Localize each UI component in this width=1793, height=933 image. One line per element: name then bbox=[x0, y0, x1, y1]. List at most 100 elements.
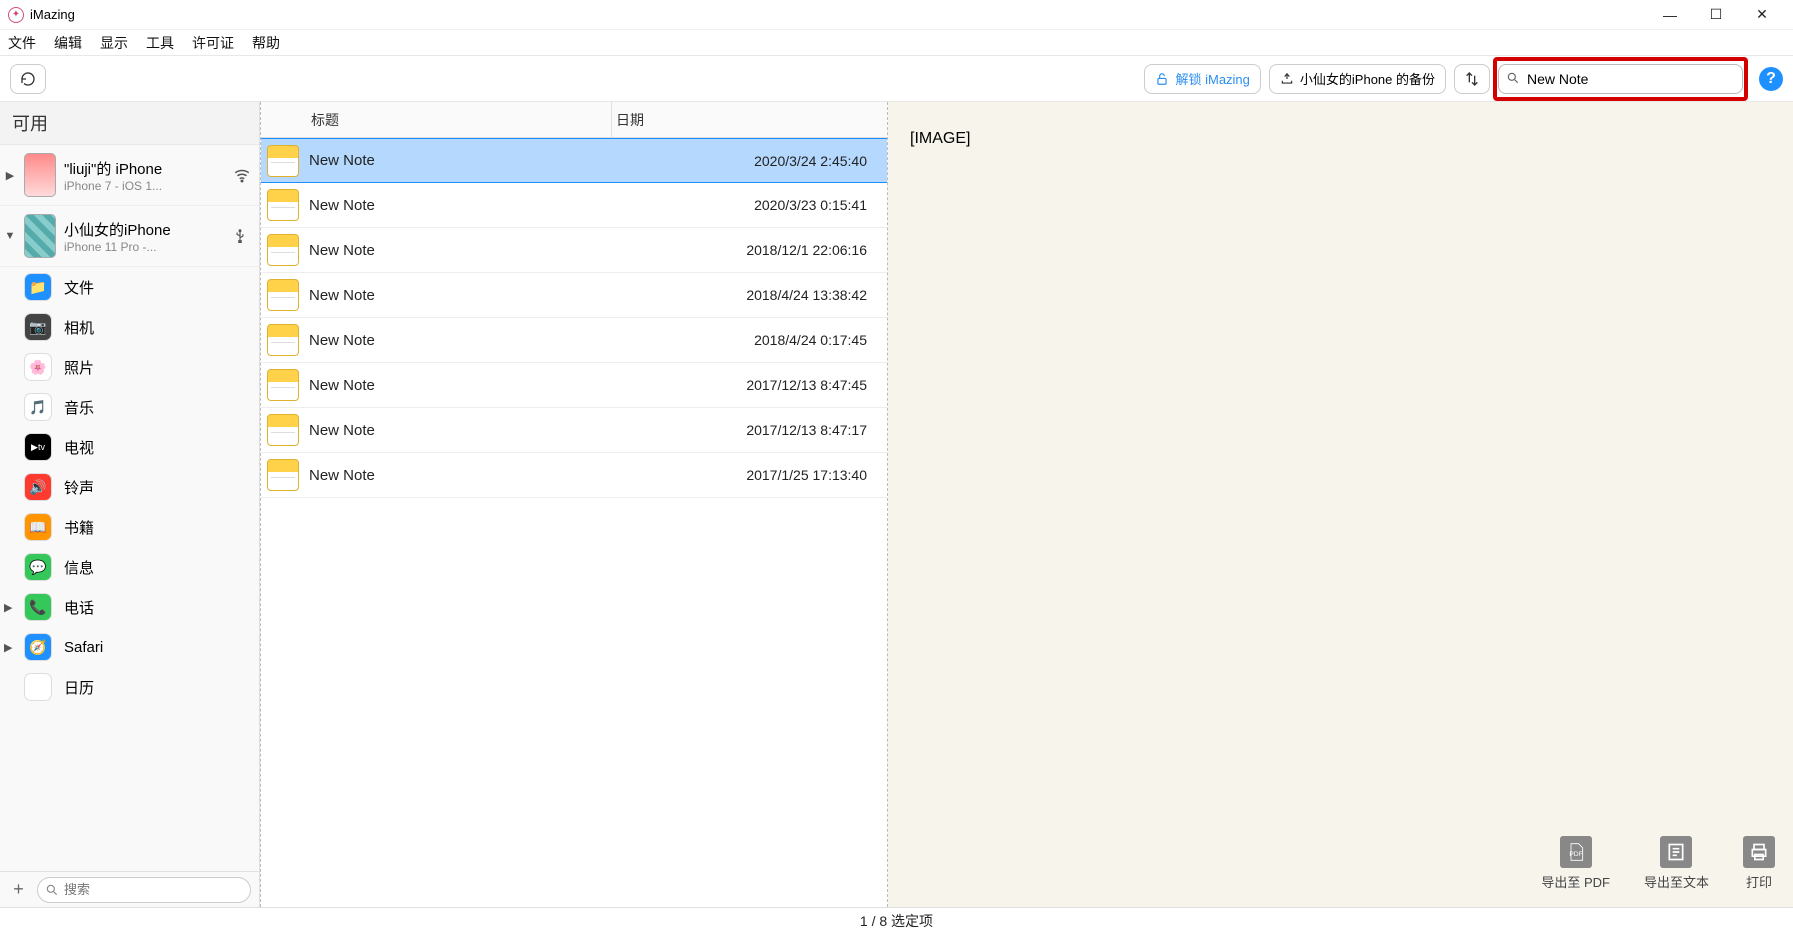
menu-tools[interactable]: 工具 bbox=[146, 33, 174, 53]
sidebar-item-msg[interactable]: 💬信息 bbox=[0, 547, 259, 587]
sidebar-item-music[interactable]: 🎵音乐 bbox=[0, 387, 259, 427]
unlock-button[interactable]: 解锁 iMazing bbox=[1144, 64, 1260, 94]
sidebar-scroll[interactable]: ▶ "liuji"的 iPhone iPhone 7 - iOS 1... ▼ … bbox=[0, 145, 259, 871]
sidebar-item-camera[interactable]: 📷 相机 bbox=[0, 307, 259, 347]
sidebar-item-cal[interactable]: 4日历 bbox=[0, 667, 259, 707]
sidebar-item-files[interactable]: 📁文件 bbox=[0, 267, 259, 307]
add-button[interactable]: + bbox=[8, 879, 29, 901]
note-icon bbox=[267, 459, 299, 491]
pdf-icon: PDF bbox=[1560, 836, 1592, 868]
status-text: 1 / 8 选定项 bbox=[860, 911, 933, 931]
notes-header: 标题 日期 bbox=[261, 102, 887, 138]
sidebar-footer: + bbox=[0, 871, 259, 907]
sidebar-item-safari[interactable]: ▶🧭Safari bbox=[0, 627, 259, 667]
sidebar-item-label: 文件 bbox=[64, 277, 94, 298]
chevron-right-icon: ▶ bbox=[4, 641, 16, 654]
toolbar: 解锁 iMazing 小仙女的iPhone 的备份 ? bbox=[0, 56, 1793, 102]
sidebar-item-label: 照片 bbox=[64, 357, 94, 378]
note-row[interactable]: New Note2018/4/24 0:17:45 bbox=[261, 318, 887, 363]
note-date: 2017/12/13 8:47:17 bbox=[609, 422, 887, 438]
close-button[interactable]: ✕ bbox=[1739, 0, 1785, 30]
column-date[interactable]: 日期 bbox=[611, 102, 887, 137]
note-row[interactable]: New Note2020/3/24 2:45:40 bbox=[261, 138, 887, 183]
notes-body[interactable]: New Note2020/3/24 2:45:40New Note2020/3/… bbox=[261, 138, 887, 907]
search-icon bbox=[45, 883, 59, 897]
usb-icon bbox=[233, 227, 251, 245]
music-icon: 🎵 bbox=[24, 393, 52, 421]
sidebar-item-label: 电视 bbox=[64, 437, 94, 458]
preview-actions: PDF 导出至 PDF 导出至文本 打印 bbox=[1541, 836, 1775, 891]
sidebar-item-phone[interactable]: ▶ 📞 电话 bbox=[0, 587, 259, 627]
sidebar-heading: 可用 bbox=[0, 102, 259, 145]
maximize-button[interactable]: ☐ bbox=[1693, 0, 1739, 30]
menubar: 文件 编辑 显示 工具 许可证 帮助 bbox=[0, 30, 1793, 56]
sidebar-search-input[interactable] bbox=[37, 877, 251, 903]
transfer-button[interactable] bbox=[1454, 64, 1490, 94]
menu-file[interactable]: 文件 bbox=[8, 33, 36, 53]
menu-view[interactable]: 显示 bbox=[100, 33, 128, 53]
menu-help[interactable]: 帮助 bbox=[252, 33, 280, 53]
device-sub: iPhone 11 Pro -... bbox=[64, 240, 225, 254]
note-row[interactable]: New Note2017/12/13 8:47:17 bbox=[261, 408, 887, 453]
note-title: New Note bbox=[309, 422, 609, 439]
device-item-liuji[interactable]: ▶ "liuji"的 iPhone iPhone 7 - iOS 1... bbox=[0, 145, 259, 206]
note-icon bbox=[267, 414, 299, 446]
note-row[interactable]: New Note2017/12/13 8:47:45 bbox=[261, 363, 887, 408]
search-input[interactable] bbox=[1498, 64, 1743, 94]
titlebar: ✦ iMazing — ☐ ✕ bbox=[0, 0, 1793, 30]
sidebar-item-label: 电话 bbox=[64, 597, 94, 618]
menu-license[interactable]: 许可证 bbox=[192, 33, 234, 53]
note-icon bbox=[267, 189, 299, 221]
note-row[interactable]: New Note2018/12/1 22:06:16 bbox=[261, 228, 887, 273]
note-icon bbox=[267, 324, 299, 356]
print-label: 打印 bbox=[1746, 872, 1772, 891]
backup-button[interactable]: 小仙女的iPhone 的备份 bbox=[1269, 64, 1446, 94]
device-name: "liuji"的 iPhone bbox=[64, 158, 225, 179]
note-row[interactable]: New Note2017/1/25 17:13:40 bbox=[261, 453, 887, 498]
device-item-xiaoxiannv[interactable]: ▼ 小仙女的iPhone iPhone 11 Pro -... bbox=[0, 206, 259, 267]
note-row[interactable]: New Note2018/4/24 13:38:42 bbox=[261, 273, 887, 318]
note-title: New Note bbox=[309, 287, 609, 304]
note-title: New Note bbox=[309, 332, 609, 349]
note-icon bbox=[267, 369, 299, 401]
text-icon bbox=[1660, 836, 1692, 868]
minimize-button[interactable]: — bbox=[1647, 0, 1693, 30]
help-button[interactable]: ? bbox=[1759, 67, 1783, 91]
export-txt-button[interactable]: 导出至文本 bbox=[1644, 836, 1709, 891]
note-icon bbox=[267, 279, 299, 311]
msg-icon: 💬 bbox=[24, 553, 52, 581]
sidebar-item-tv[interactable]: ▶tv 电视 bbox=[0, 427, 259, 467]
print-button[interactable]: 打印 bbox=[1743, 836, 1775, 891]
note-title: New Note bbox=[309, 197, 609, 214]
refresh-icon bbox=[20, 71, 36, 87]
print-icon bbox=[1743, 836, 1775, 868]
column-title[interactable]: 标题 bbox=[261, 110, 611, 130]
note-preview: [IMAGE] bbox=[888, 102, 1793, 907]
refresh-button[interactable] bbox=[10, 64, 46, 94]
content-area: 标题 日期 New Note2020/3/24 2:45:40New Note2… bbox=[260, 102, 1793, 907]
note-row[interactable]: New Note2020/3/23 0:15:41 bbox=[261, 183, 887, 228]
sidebar-item-photos[interactable]: 🌸 照片 bbox=[0, 347, 259, 387]
device-thumbnail bbox=[24, 214, 56, 258]
sidebar-item-books[interactable]: 📖书籍 bbox=[0, 507, 259, 547]
device-sub: iPhone 7 - iOS 1... bbox=[64, 179, 225, 193]
ring-icon: 🔊 bbox=[24, 473, 52, 501]
chevron-right-icon: ▶ bbox=[4, 601, 16, 614]
menu-edit[interactable]: 编辑 bbox=[54, 33, 82, 53]
sidebar-item-label: 铃声 bbox=[64, 477, 94, 498]
note-date: 2018/4/24 0:17:45 bbox=[609, 332, 887, 348]
backup-label: 小仙女的iPhone 的备份 bbox=[1300, 69, 1435, 88]
photos-icon: 🌸 bbox=[24, 353, 52, 381]
camera-icon: 📷 bbox=[24, 313, 52, 341]
cal-icon: 4 bbox=[24, 673, 52, 701]
unlock-label: 解锁 iMazing bbox=[1175, 69, 1249, 88]
note-date: 2018/12/1 22:06:16 bbox=[609, 242, 887, 258]
export-pdf-button[interactable]: PDF 导出至 PDF bbox=[1541, 836, 1610, 891]
tv-icon: ▶tv bbox=[24, 433, 52, 461]
note-title: New Note bbox=[309, 152, 609, 169]
sidebar-item-ring[interactable]: 🔊 铃声 bbox=[0, 467, 259, 507]
export-pdf-label: 导出至 PDF bbox=[1541, 872, 1610, 891]
sidebar-item-label: 书籍 bbox=[64, 517, 94, 538]
sidebar-item-label: 相机 bbox=[64, 317, 94, 338]
phone-icon: 📞 bbox=[24, 593, 52, 621]
